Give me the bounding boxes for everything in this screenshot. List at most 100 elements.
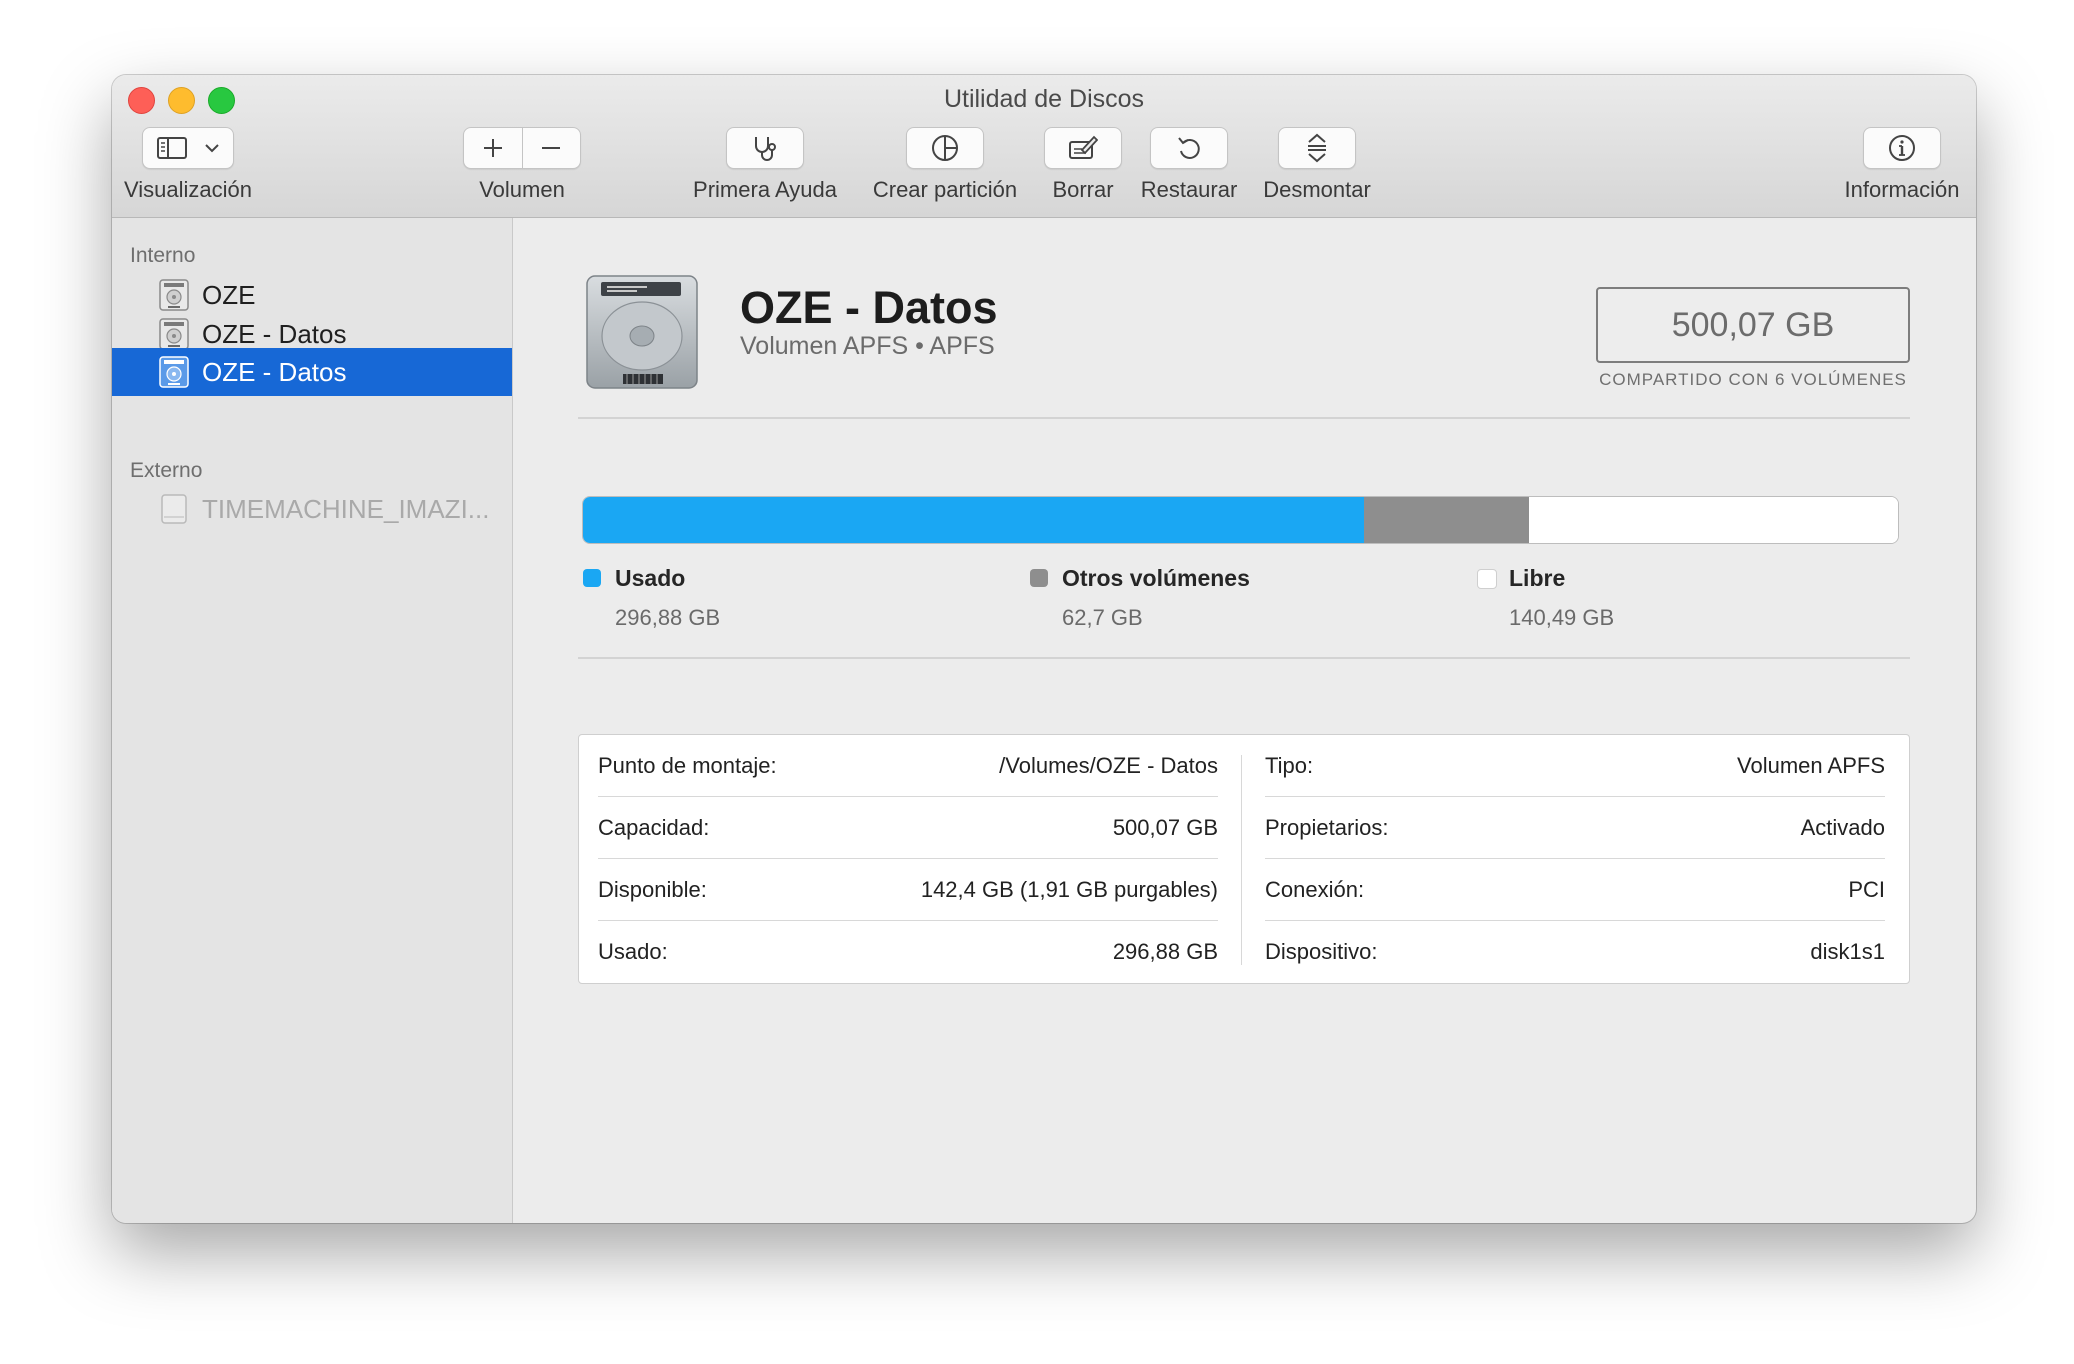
divider-top	[578, 417, 1910, 419]
info-label: Tipo:	[1265, 752, 1314, 778]
info-label: Conexión:	[1265, 876, 1365, 902]
view-label: Visualización	[123, 177, 252, 202]
restore-button[interactable]	[1150, 127, 1228, 169]
internal-disk-icon	[158, 355, 190, 389]
legend-name: Libre	[1509, 565, 1566, 591]
internal-disk-icon	[158, 278, 190, 312]
info-value: /Volumes/OZE - Datos	[999, 752, 1218, 778]
info-value: PCI	[1848, 876, 1885, 902]
erase-group: Borrar	[1033, 127, 1133, 203]
plus-icon	[482, 137, 504, 159]
hard-drive-icon	[583, 270, 701, 397]
chevron-down-icon	[205, 143, 219, 153]
usage-segment-other	[1363, 497, 1529, 543]
info-value: Volumen APFS	[1737, 752, 1885, 778]
legend-value: 296,88 GB	[615, 605, 721, 630]
sidebar-item-timemachine[interactable]: TIMEMACHINE_IMAZI...	[112, 485, 512, 533]
sidebar-item-label: OZE - Datos	[202, 318, 347, 349]
disk-utility-window: Utilidad de Discos Visualización Volumen…	[112, 75, 1976, 1223]
unmount-button[interactable]	[1278, 127, 1356, 169]
sidebar-icon	[157, 137, 187, 159]
info-group: Información	[1832, 127, 1972, 203]
info-label: Disponible:	[598, 876, 707, 902]
volume-subtitle: Volumen APFS • APFS	[740, 332, 995, 360]
info-value: 296,88 GB	[1112, 939, 1218, 964]
info-column-right: Tipo: Volumen APFS Propietarios: Activad…	[1265, 735, 1885, 983]
legend-swatch-free	[1477, 569, 1497, 589]
internal-disk-icon	[158, 317, 190, 351]
sidebar: Interno OZE OZE - Datos OZE - Datos Exte…	[112, 218, 513, 1223]
unmount-icon	[1305, 133, 1329, 163]
info-value: Activado	[1800, 814, 1885, 840]
info-icon	[1887, 133, 1917, 163]
usage-segment-used	[583, 497, 1364, 543]
erase-button[interactable]	[1044, 127, 1122, 169]
legend-name: Usado	[615, 565, 686, 591]
usage-segment-free	[1528, 497, 1898, 543]
capacity-shared-note: COMPARTIDO CON 6 VOLÚMENES	[1599, 370, 1907, 389]
view-group: Visualización	[118, 127, 258, 203]
restore-group: Restaurar	[1129, 127, 1249, 203]
info-row-device: Dispositivo: disk1s1	[1265, 921, 1885, 983]
erase-label: Borrar	[1052, 177, 1114, 202]
info-label: Usado:	[598, 939, 668, 964]
info-label: Punto de montaje:	[598, 752, 777, 778]
capacity-box: 500,07 GB	[1596, 287, 1910, 363]
volume-segmented-control	[463, 127, 581, 169]
info-column-separator	[1241, 755, 1242, 965]
sidebar-item-label: OZE - Datos	[202, 356, 347, 387]
partition-label: Crear partición	[872, 177, 1018, 202]
restore-label: Restaurar	[1140, 177, 1238, 202]
info-label: Dispositivo:	[1265, 939, 1378, 964]
info-column-left: Punto de montaje: /Volumes/OZE - Datos C…	[598, 735, 1218, 983]
sidebar-item-oze-datos-selected[interactable]: OZE - Datos	[112, 348, 512, 396]
info-row-available: Disponible: 142,4 GB (1,91 GB purgables)	[598, 859, 1218, 921]
volume-label: Volumen	[479, 177, 565, 202]
first-aid-button[interactable]	[726, 127, 804, 169]
info-row-connection: Conexión: PCI	[1265, 859, 1885, 921]
volume-group: Volumen	[462, 127, 582, 203]
sidebar-item-label: TIMEMACHINE_IMAZI...	[202, 493, 490, 524]
info-label: Propietarios:	[1265, 814, 1389, 840]
external-section-header: Externo	[130, 459, 203, 482]
info-row-used: Usado: 296,88 GB	[598, 921, 1218, 983]
volume-info-table: Punto de montaje: /Volumes/OZE - Datos C…	[578, 734, 1910, 984]
partition-button[interactable]	[906, 127, 984, 169]
legend-value: 62,7 GB	[1062, 605, 1143, 630]
info-value: 142,4 GB (1,91 GB purgables)	[920, 876, 1218, 902]
toolbar: Utilidad de Discos Visualización Volumen…	[112, 75, 1976, 218]
add-volume-button[interactable]	[464, 128, 522, 168]
erase-icon	[1068, 134, 1098, 162]
sidebar-item-label: OZE	[202, 279, 256, 310]
first-aid-group: Primera Ayuda	[690, 127, 840, 203]
info-row-type: Tipo: Volumen APFS	[1265, 735, 1885, 797]
legend-swatch-used	[583, 569, 601, 587]
info-value: 500,07 GB	[1112, 814, 1218, 840]
internal-section-header: Interno	[130, 244, 196, 267]
unmount-group: Desmontar	[1252, 127, 1382, 203]
legend-swatch-other	[1030, 569, 1048, 587]
window-title: Utilidad de Discos	[943, 85, 1145, 113]
restore-arrow-icon	[1175, 134, 1203, 162]
info-value: disk1s1	[1810, 939, 1885, 964]
divider-bottom	[578, 657, 1910, 659]
info-button[interactable]	[1863, 127, 1941, 169]
info-row-mount-point: Punto de montaje: /Volumes/OZE - Datos	[598, 735, 1218, 797]
usage-bar	[582, 496, 1899, 544]
remove-volume-button[interactable]	[521, 128, 581, 168]
info-row-owners: Propietarios: Activado	[1265, 797, 1885, 859]
info-label: Información	[1844, 177, 1960, 202]
legend-value: 140,49 GB	[1509, 605, 1615, 630]
external-disk-icon	[158, 492, 190, 526]
volume-name: OZE - Datos	[740, 282, 998, 333]
legend-name: Otros volúmenes	[1062, 565, 1250, 591]
main-panel: OZE - Datos Volumen APFS • APFS 500,07 G…	[513, 218, 1976, 1223]
info-label: Capacidad:	[598, 814, 710, 840]
info-row-capacity: Capacidad: 500,07 GB	[598, 797, 1218, 859]
stethoscope-icon	[750, 134, 780, 162]
first-aid-label: Primera Ayuda	[693, 177, 837, 202]
pie-chart-icon	[930, 133, 960, 163]
unmount-label: Desmontar	[1263, 177, 1371, 202]
view-button[interactable]	[142, 127, 234, 169]
minus-icon	[540, 137, 562, 159]
